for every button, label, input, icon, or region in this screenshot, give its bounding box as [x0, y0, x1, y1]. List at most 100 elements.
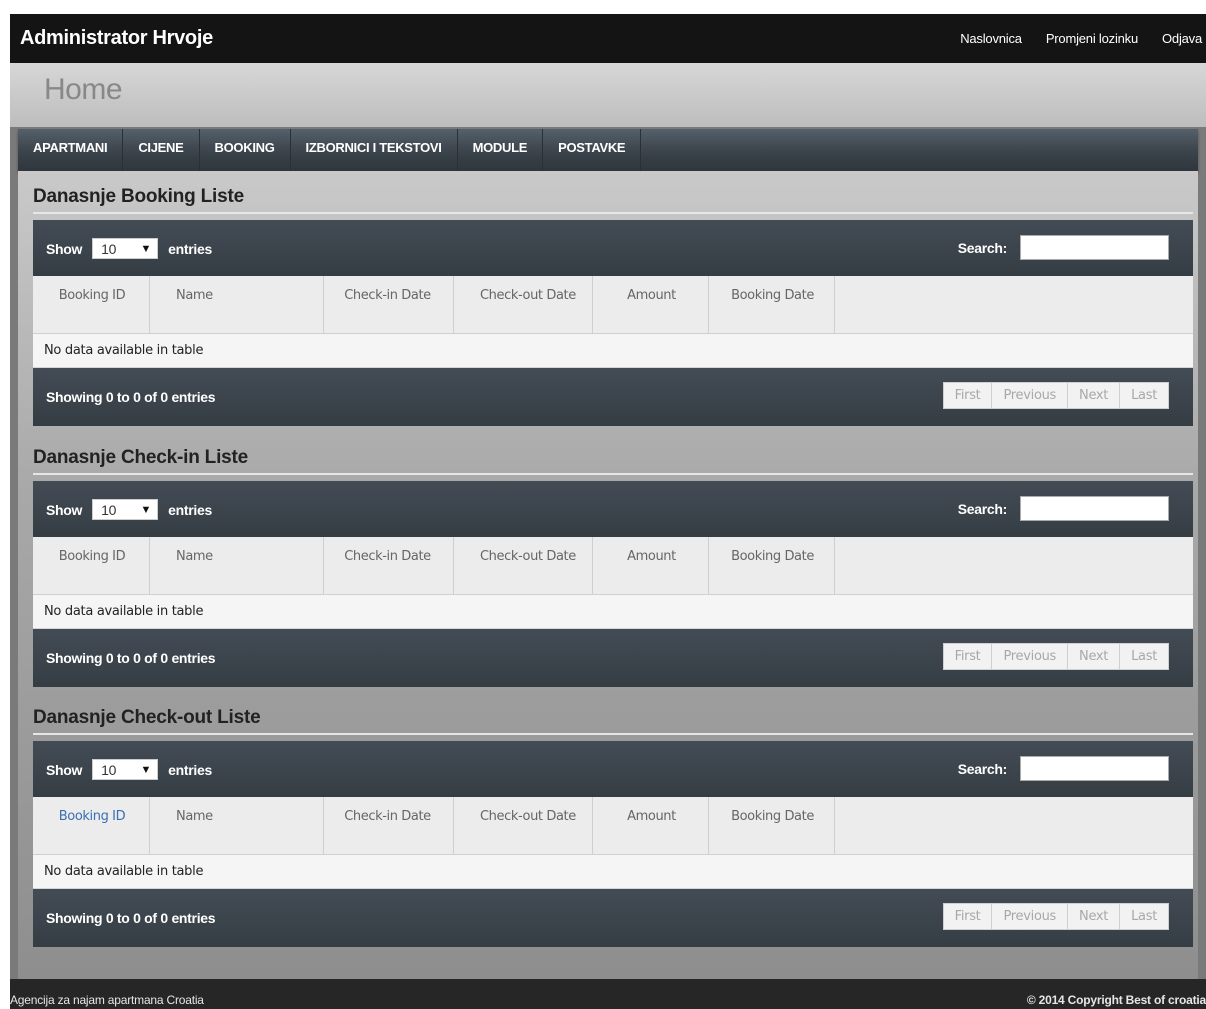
search-label: Search: [957, 500, 1008, 517]
length-control: Show 10 ▼ entries [46, 759, 212, 780]
last-button[interactable]: Last [1119, 643, 1169, 670]
search-control: Search: [958, 496, 1169, 521]
col-check-out-date[interactable]: Check-out Date [454, 537, 593, 594]
caret-down-icon: ▼ [140, 763, 152, 776]
nav-item-izbornici-i-tekstovi[interactable]: IZBORNICI I TEKSTOVI [291, 129, 458, 171]
table-toolbar: Show 10 ▼ entries Search: [33, 220, 1193, 276]
page-size-value: 10 [101, 501, 117, 518]
caret-down-icon: ▼ [140, 242, 152, 255]
caret-down-icon: ▼ [140, 503, 152, 516]
table-info: Showing 0 to 0 of 0 entries [46, 910, 216, 926]
nav-item-postavke[interactable]: POSTAVKE [543, 129, 642, 171]
pagination: First Previous Next Last [942, 643, 1169, 670]
first-button[interactable]: First [942, 382, 993, 409]
nav-item-module[interactable]: MODULE [458, 129, 544, 171]
length-control: Show 10 ▼ entries [46, 499, 212, 520]
col-booking-date[interactable]: Booking Date [709, 797, 835, 854]
section-check-in: Danasnje Check-in Liste Show 10 ▼ entrie… [33, 443, 1193, 687]
first-button[interactable]: First [942, 643, 993, 670]
top-bar: Administrator Hrvoje Naslovnica Promjeni… [10, 14, 1206, 63]
col-check-out-date[interactable]: Check-out Date [454, 797, 593, 854]
footer-agency: Agencija za najam apartmana Croatia [10, 993, 204, 1007]
link-naslovnica[interactable]: Naslovnica [960, 31, 1022, 46]
nav-item-apartmani[interactable]: APARTMANI [18, 129, 124, 171]
search-input[interactable] [1020, 496, 1169, 521]
link-odjava[interactable]: Odjava [1162, 31, 1202, 46]
table-footer: Showing 0 to 0 of 0 entries First Previo… [33, 368, 1193, 426]
show-label: Show [46, 501, 83, 518]
page-size-select[interactable]: 10 ▼ [92, 499, 159, 520]
last-button[interactable]: Last [1119, 382, 1169, 409]
empty-row: No data available in table [33, 334, 1193, 368]
page-header: Home [10, 63, 1206, 127]
col-name[interactable]: Name [150, 276, 324, 333]
search-control: Search: [958, 235, 1169, 260]
next-button[interactable]: Next [1067, 643, 1121, 670]
page-title: Home [44, 73, 123, 106]
previous-button[interactable]: Previous [991, 382, 1069, 409]
main-content: Danasnje Booking Liste Show 10 ▼ entries… [18, 171, 1198, 979]
col-booking-date[interactable]: Booking Date [709, 276, 835, 333]
table-toolbar: Show 10 ▼ entries Search: [33, 741, 1193, 797]
table-info: Showing 0 to 0 of 0 entries [46, 650, 216, 666]
table-header: Booking ID Name Check-in Date Check-out … [33, 797, 1193, 855]
next-button[interactable]: Next [1067, 903, 1121, 930]
search-label: Search: [957, 239, 1008, 256]
page-size-value: 10 [101, 240, 117, 257]
col-name[interactable]: Name [150, 797, 324, 854]
show-label: Show [46, 240, 83, 257]
first-button[interactable]: First [942, 903, 993, 930]
col-check-in-date[interactable]: Check-in Date [324, 276, 454, 333]
section-check-out: Danasnje Check-out Liste Show 10 ▼ entri… [33, 703, 1193, 947]
pagination: First Previous Next Last [942, 903, 1169, 930]
empty-row: No data available in table [33, 855, 1193, 889]
app-frame: Administrator Hrvoje Naslovnica Promjeni… [10, 14, 1206, 1009]
col-check-out-date[interactable]: Check-out Date [454, 276, 593, 333]
table-header: Booking ID Name Check-in Date Check-out … [33, 537, 1193, 595]
footer: Agencija za najam apartmana Croatia © 20… [10, 979, 1206, 1009]
previous-button[interactable]: Previous [991, 903, 1069, 930]
page-size-select[interactable]: 10 ▼ [92, 759, 159, 780]
col-booking-date[interactable]: Booking Date [709, 537, 835, 594]
entries-label: entries [168, 761, 212, 778]
search-input[interactable] [1020, 235, 1169, 260]
table-footer: Showing 0 to 0 of 0 entries First Previo… [33, 629, 1193, 687]
section-title: Danasnje Booking Liste [33, 182, 1193, 214]
last-button[interactable]: Last [1119, 903, 1169, 930]
col-check-in-date[interactable]: Check-in Date [324, 797, 454, 854]
table-info: Showing 0 to 0 of 0 entries [46, 389, 216, 405]
length-control: Show 10 ▼ entries [46, 238, 212, 259]
col-booking-id[interactable]: Booking ID [33, 537, 150, 594]
section-booking: Danasnje Booking Liste Show 10 ▼ entries… [33, 182, 1193, 426]
top-links: Naslovnica Promjeni lozinku Odjava [960, 31, 1202, 46]
search-input[interactable] [1020, 756, 1169, 781]
main-nav: APARTMANI CIJENE BOOKING IZBORNICI I TEK… [18, 129, 1198, 171]
section-title: Danasnje Check-in Liste [33, 443, 1193, 475]
link-promjeni-lozinku[interactable]: Promjeni lozinku [1046, 31, 1138, 46]
search-label: Search: [957, 760, 1008, 777]
col-name[interactable]: Name [150, 537, 324, 594]
nav-item-booking[interactable]: BOOKING [200, 129, 291, 171]
table-footer: Showing 0 to 0 of 0 entries First Previo… [33, 889, 1193, 947]
table-toolbar: Show 10 ▼ entries Search: [33, 481, 1193, 537]
next-button[interactable]: Next [1067, 382, 1121, 409]
col-booking-id[interactable]: Booking ID [33, 797, 150, 854]
show-label: Show [46, 761, 83, 778]
page-size-select[interactable]: 10 ▼ [92, 238, 159, 259]
col-amount[interactable]: Amount [593, 276, 709, 333]
footer-copyright: © 2014 Copyright Best of croatia [1026, 993, 1206, 1007]
col-check-in-date[interactable]: Check-in Date [324, 537, 454, 594]
empty-row: No data available in table [33, 595, 1193, 629]
section-title: Danasnje Check-out Liste [33, 703, 1193, 735]
entries-label: entries [168, 240, 212, 257]
search-control: Search: [958, 756, 1169, 781]
page-size-value: 10 [101, 761, 117, 778]
col-amount[interactable]: Amount [593, 537, 709, 594]
col-booking-id[interactable]: Booking ID [33, 276, 150, 333]
entries-label: entries [168, 501, 212, 518]
nav-item-cijene[interactable]: CIJENE [123, 129, 200, 171]
col-amount[interactable]: Amount [593, 797, 709, 854]
previous-button[interactable]: Previous [991, 643, 1069, 670]
table-header: Booking ID Name Check-in Date Check-out … [33, 276, 1193, 334]
pagination: First Previous Next Last [942, 382, 1169, 409]
